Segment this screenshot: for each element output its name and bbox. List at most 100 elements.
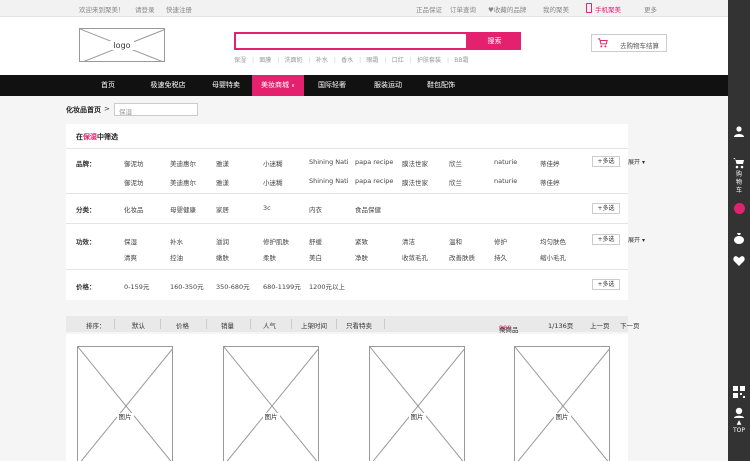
sort-option-sale-only[interactable]: 只看特卖 xyxy=(346,320,372,330)
brand-expand-button[interactable]: 展开 ▾ xyxy=(628,157,645,166)
effect-option[interactable]: 补水 xyxy=(170,236,183,246)
heart-icon[interactable] xyxy=(733,255,745,267)
hot-word[interactable]: 补水 xyxy=(316,57,328,64)
brand-option[interactable]: 蒂佳婷 xyxy=(540,177,560,187)
hot-word[interactable]: 眼霜 xyxy=(366,57,378,64)
qr-code-icon[interactable] xyxy=(733,386,745,398)
effect-option[interactable]: 温和 xyxy=(449,236,462,246)
product-card[interactable]: 图片 xyxy=(223,346,319,461)
hot-word[interactable]: 香水 xyxy=(341,57,353,64)
effect-option[interactable]: 美白 xyxy=(309,252,322,262)
category-option[interactable]: 食品保健 xyxy=(355,204,381,214)
brand-option[interactable]: 小迷糊 xyxy=(263,158,283,168)
effect-option[interactable]: 收敛毛孔 xyxy=(402,252,428,262)
favorites-link[interactable]: ♥收藏的品牌 xyxy=(488,4,526,14)
effect-option[interactable]: 保湿 xyxy=(124,236,137,246)
product-card[interactable]: 图片 xyxy=(369,346,465,461)
brand-option[interactable]: papa recipe xyxy=(355,158,393,166)
sort-option-default[interactable]: 默认 xyxy=(132,320,145,330)
nav-item-beauty[interactable]: 美妆商城 ∨ xyxy=(252,75,304,96)
brand-multi-select-button[interactable]: +多选 xyxy=(592,156,620,167)
effect-option[interactable]: 净肤 xyxy=(355,252,368,262)
breadcrumb[interactable]: 化妆品首页 xyxy=(66,105,101,115)
order-query-link[interactable]: 订单查询 xyxy=(450,4,476,14)
logo[interactable]: logo xyxy=(79,28,165,62)
nav-item-bags[interactable]: 鞋包配饰 xyxy=(418,75,464,96)
cart-checkout-button[interactable]: 去购物车结算 xyxy=(591,34,667,52)
effect-option[interactable]: 清爽 xyxy=(124,252,137,262)
search-button[interactable]: 搜索 xyxy=(468,32,521,50)
back-to-top-button[interactable]: ▲ xyxy=(728,419,750,426)
effect-option[interactable]: 修护 xyxy=(494,236,507,246)
brand-option[interactable]: 欣兰 xyxy=(449,177,462,187)
brand-option[interactable]: 美迪惠尔 xyxy=(170,177,196,187)
brand-option[interactable]: 御泥坊 xyxy=(124,158,144,168)
brand-option[interactable]: naturie xyxy=(494,158,517,166)
sort-option-popularity[interactable]: 人气 xyxy=(263,320,276,330)
effect-option[interactable]: 滋润 xyxy=(216,236,229,246)
guarantee-link[interactable]: 正品保证 xyxy=(416,4,442,14)
product-card[interactable]: 图片 xyxy=(514,346,610,461)
nav-item-dutyfree[interactable]: 极速免税店 xyxy=(140,75,196,96)
effect-expand-button[interactable]: 展开 ▾ xyxy=(628,235,645,244)
effect-option[interactable]: 舒缓 xyxy=(309,236,322,246)
category-multi-select-button[interactable]: +多选 xyxy=(592,203,620,214)
more-link[interactable]: 更多 xyxy=(644,4,657,14)
next-page-button[interactable]: 下一页 xyxy=(620,320,640,330)
effect-option[interactable]: 控油 xyxy=(170,252,183,262)
brand-option[interactable]: 美迪惠尔 xyxy=(170,158,196,168)
effect-option[interactable]: 持久 xyxy=(494,252,507,262)
login-link[interactable]: 请登录 xyxy=(135,4,155,14)
brand-option[interactable]: 欣兰 xyxy=(449,158,462,168)
price-option[interactable]: 1200元以上 xyxy=(309,281,345,291)
sort-option-sales[interactable]: 销量 xyxy=(221,320,234,330)
price-option[interactable]: 160-350元 xyxy=(170,281,204,291)
hot-word[interactable]: 洗面奶 xyxy=(285,57,303,64)
keyword-input[interactable]: 保湿 xyxy=(114,103,198,116)
brand-option[interactable]: 蒂佳婷 xyxy=(540,158,560,168)
cart-icon[interactable] xyxy=(733,157,745,169)
mobile-link[interactable]: 手机聚美 xyxy=(595,4,621,14)
price-option[interactable]: 0-159元 xyxy=(124,281,149,291)
effect-multi-select-button[interactable]: +多选 xyxy=(592,234,620,245)
customer-service-icon[interactable] xyxy=(733,406,745,418)
prev-page-button[interactable]: 上一页 xyxy=(590,320,610,330)
search-input[interactable] xyxy=(234,32,468,50)
effect-option[interactable]: 柔肤 xyxy=(263,252,276,262)
effect-option[interactable]: 清洁 xyxy=(402,236,415,246)
brand-option[interactable]: Shining Nati xyxy=(309,177,349,185)
price-option[interactable]: 680-1199元 xyxy=(263,281,301,291)
wallet-icon[interactable] xyxy=(733,232,745,244)
price-multi-select-button[interactable]: +多选 xyxy=(592,279,620,290)
category-option[interactable]: 3c xyxy=(263,204,271,212)
sidebar-cart-label[interactable]: 购物车 xyxy=(728,171,750,195)
hot-word[interactable]: 口红 xyxy=(392,57,404,64)
nav-item-apparel[interactable]: 服装运动 xyxy=(363,75,413,96)
product-card[interactable]: 图片 xyxy=(77,346,173,461)
price-option[interactable]: 350-680元 xyxy=(216,281,250,291)
hot-word[interactable]: BB霜 xyxy=(454,57,468,64)
category-option[interactable]: 母婴健康 xyxy=(170,204,196,214)
hot-word[interactable]: 面膜 xyxy=(259,57,271,64)
hot-word[interactable]: 护肤套装 xyxy=(417,57,441,64)
effect-option[interactable]: 紧致 xyxy=(355,236,368,246)
nav-item-baby[interactable]: 母婴特卖 xyxy=(202,75,250,96)
category-option[interactable]: 家居 xyxy=(216,204,229,214)
effect-option[interactable]: 缩小毛孔 xyxy=(540,252,566,262)
brand-option[interactable]: 雅漾 xyxy=(216,177,229,187)
brand-option[interactable]: 小迷糊 xyxy=(263,177,283,187)
effect-option[interactable]: 嫩肤 xyxy=(216,252,229,262)
user-icon[interactable] xyxy=(733,125,745,137)
brand-option[interactable]: naturie xyxy=(494,177,517,185)
effect-option[interactable]: 修护肌肤 xyxy=(263,236,289,246)
brand-option[interactable]: papa recipe xyxy=(355,177,393,185)
category-option[interactable]: 内衣 xyxy=(309,204,322,214)
nav-item-luxury[interactable]: 国际轻奢 xyxy=(309,75,355,96)
brand-option[interactable]: 膜法世家 xyxy=(402,177,428,187)
sort-option-price[interactable]: 价格 xyxy=(176,320,189,330)
brand-option[interactable]: Shining Nati xyxy=(309,158,349,166)
brand-option[interactable]: 雅漾 xyxy=(216,158,229,168)
top-label[interactable]: TOP xyxy=(728,427,750,434)
effect-option[interactable]: 改善肤质 xyxy=(449,252,475,262)
sort-option-newest[interactable]: 上架时间 xyxy=(301,320,327,330)
